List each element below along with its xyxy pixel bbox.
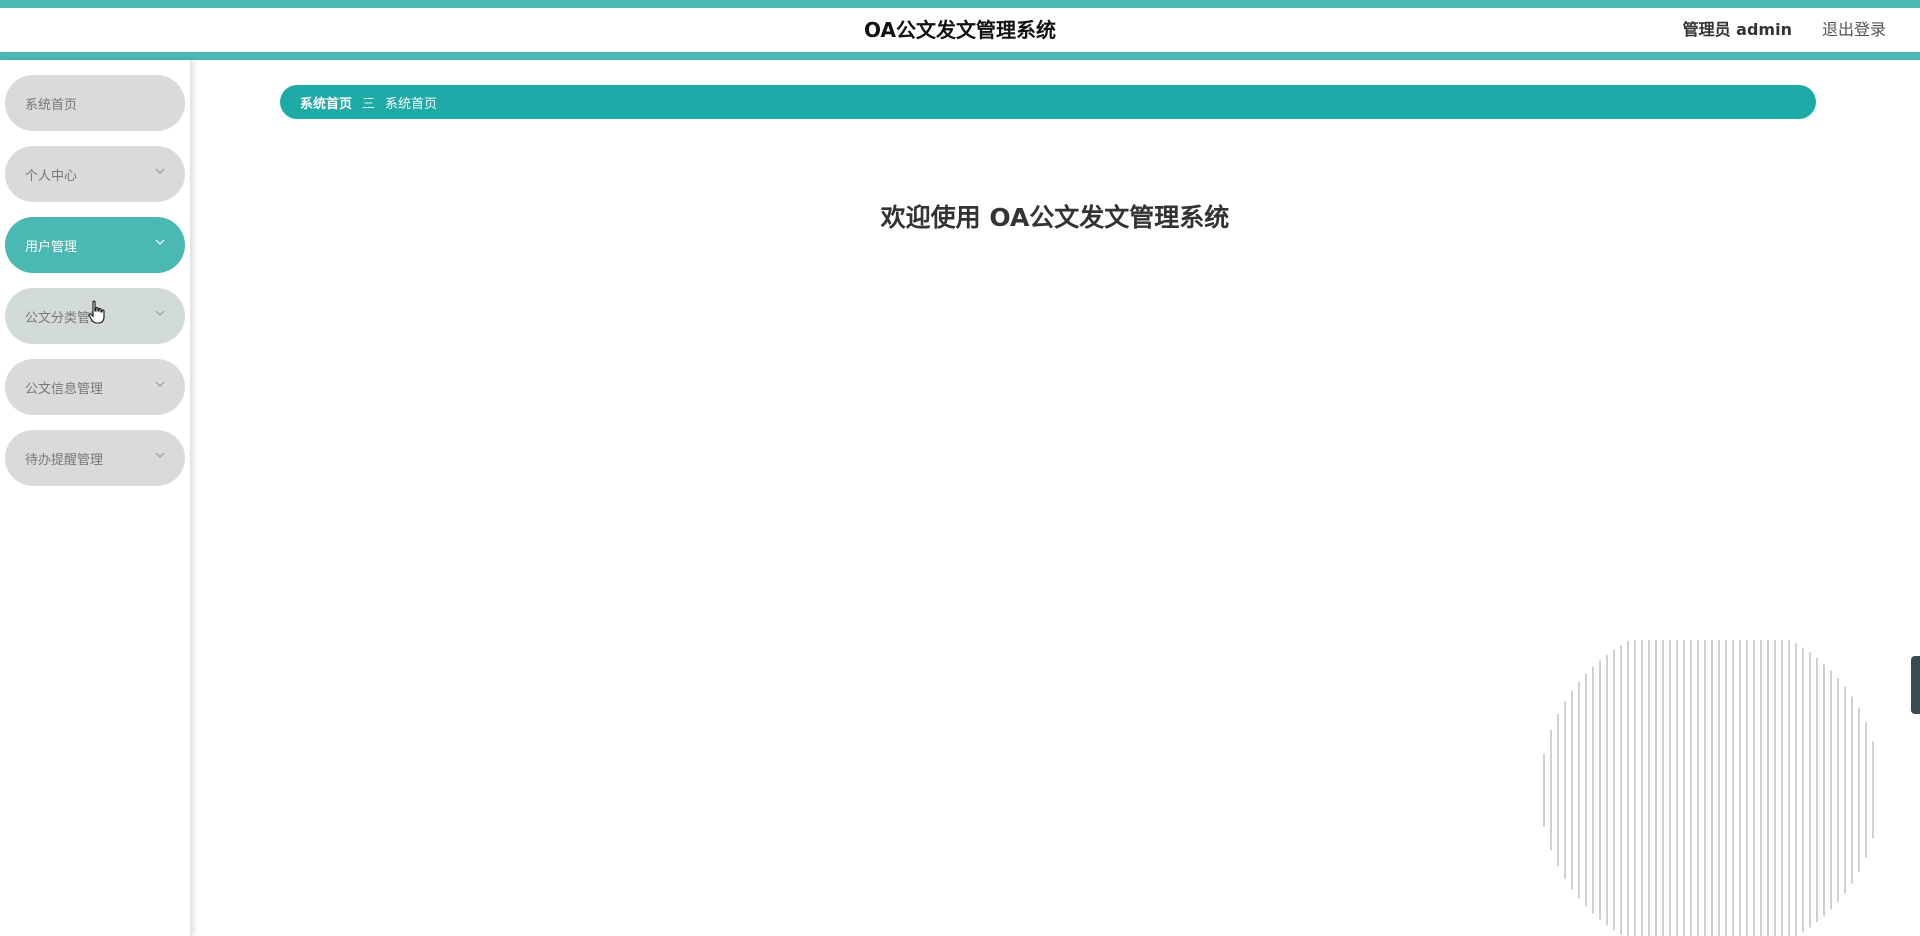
- chevron-down-icon: [155, 310, 165, 316]
- chevron-down-icon: [155, 239, 165, 245]
- side-drawer-handle[interactable]: [1911, 656, 1920, 714]
- app-title: OA公文发文管理系统: [864, 18, 1056, 42]
- welcome-heading: 欢迎使用 OA公文发文管理系统: [880, 203, 1230, 232]
- decorative-striped-circle: [1543, 640, 1874, 936]
- sidebar-item-label: 系统首页: [25, 97, 78, 113]
- sidebar: 系统首页 个人中心 用户管理 公文分类管理 公文信息管理 待办提醒管理: [0, 60, 191, 936]
- chevron-down-icon: [155, 168, 165, 174]
- logout-button[interactable]: 退出登录: [1822, 18, 1886, 42]
- breadcrumb: 系统首页 三 系统首页: [280, 85, 1816, 119]
- breadcrumb-home-link[interactable]: 系统首页: [300, 93, 352, 112]
- breadcrumb-separator: 三: [362, 96, 376, 112]
- sidebar-item-label: 个人中心: [25, 168, 78, 184]
- top-header: OA公文发文管理系统 管理员 admin 退出登录: [0, 0, 1920, 60]
- hand-pointer-icon: [88, 300, 105, 324]
- sidebar-item-label: 用户管理: [25, 239, 78, 255]
- sidebar-item-home[interactable]: 系统首页: [5, 75, 185, 131]
- sidebar-item-personal-center[interactable]: 个人中心: [5, 146, 185, 202]
- sidebar-item-label: 待办提醒管理: [25, 452, 104, 468]
- sidebar-item-label: 公文信息管理: [25, 381, 104, 397]
- breadcrumb-current: 系统首页: [385, 96, 438, 112]
- sidebar-item-todo-management[interactable]: 待办提醒管理: [5, 430, 185, 486]
- chevron-down-icon: [155, 452, 165, 458]
- user-label: 管理员 admin: [1682, 20, 1792, 39]
- sidebar-item-document-management[interactable]: 公文信息管理: [5, 359, 185, 415]
- sidebar-item-user-management[interactable]: 用户管理: [5, 217, 185, 273]
- chevron-down-icon: [155, 381, 165, 387]
- header-user-area: 管理员 admin 退出登录: [1683, 18, 1886, 42]
